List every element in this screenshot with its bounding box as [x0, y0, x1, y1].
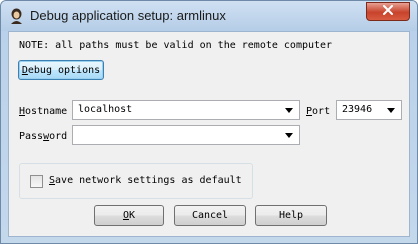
cancel-button[interactable]: Cancel: [174, 205, 246, 226]
hostname-label: Hostname: [19, 106, 68, 117]
port-label: Port: [306, 106, 331, 117]
close-icon: [382, 5, 394, 18]
port-value: 23946: [342, 104, 373, 115]
port-combobox[interactable]: 23946: [336, 100, 402, 120]
ok-button[interactable]: OK: [94, 205, 164, 226]
save-settings-checkbox[interactable]: [30, 175, 43, 188]
chevron-down-icon[interactable]: [281, 102, 297, 118]
chevron-down-icon[interactable]: [281, 127, 297, 143]
password-combobox[interactable]: [72, 125, 300, 145]
debug-options-button[interactable]: Debug options: [18, 60, 104, 80]
title-bar[interactable]: Debug application setup: armlinux: [1, 1, 417, 31]
save-settings-label[interactable]: Save network settings as default: [49, 175, 242, 186]
dialog-body: NOTE: all paths must be valid on the rem…: [8, 31, 410, 237]
hostname-value: localhost: [78, 104, 133, 115]
window-title: Debug application setup: armlinux: [30, 8, 226, 23]
password-label: Password: [19, 131, 68, 142]
hostname-combobox[interactable]: localhost: [72, 100, 300, 120]
ok-label: OK: [122, 210, 136, 221]
ida-app-icon: [9, 8, 24, 24]
note-text: NOTE: all paths must be valid on the rem…: [19, 40, 333, 51]
close-button[interactable]: [366, 2, 410, 21]
debug-options-label: Debug options: [21, 64, 101, 76]
save-settings-group: Save network settings as default: [19, 163, 253, 199]
dialog-window: Debug application setup: armlinux NOTE: …: [0, 0, 418, 244]
help-button[interactable]: Help: [255, 205, 327, 226]
chevron-down-icon[interactable]: [383, 102, 399, 118]
